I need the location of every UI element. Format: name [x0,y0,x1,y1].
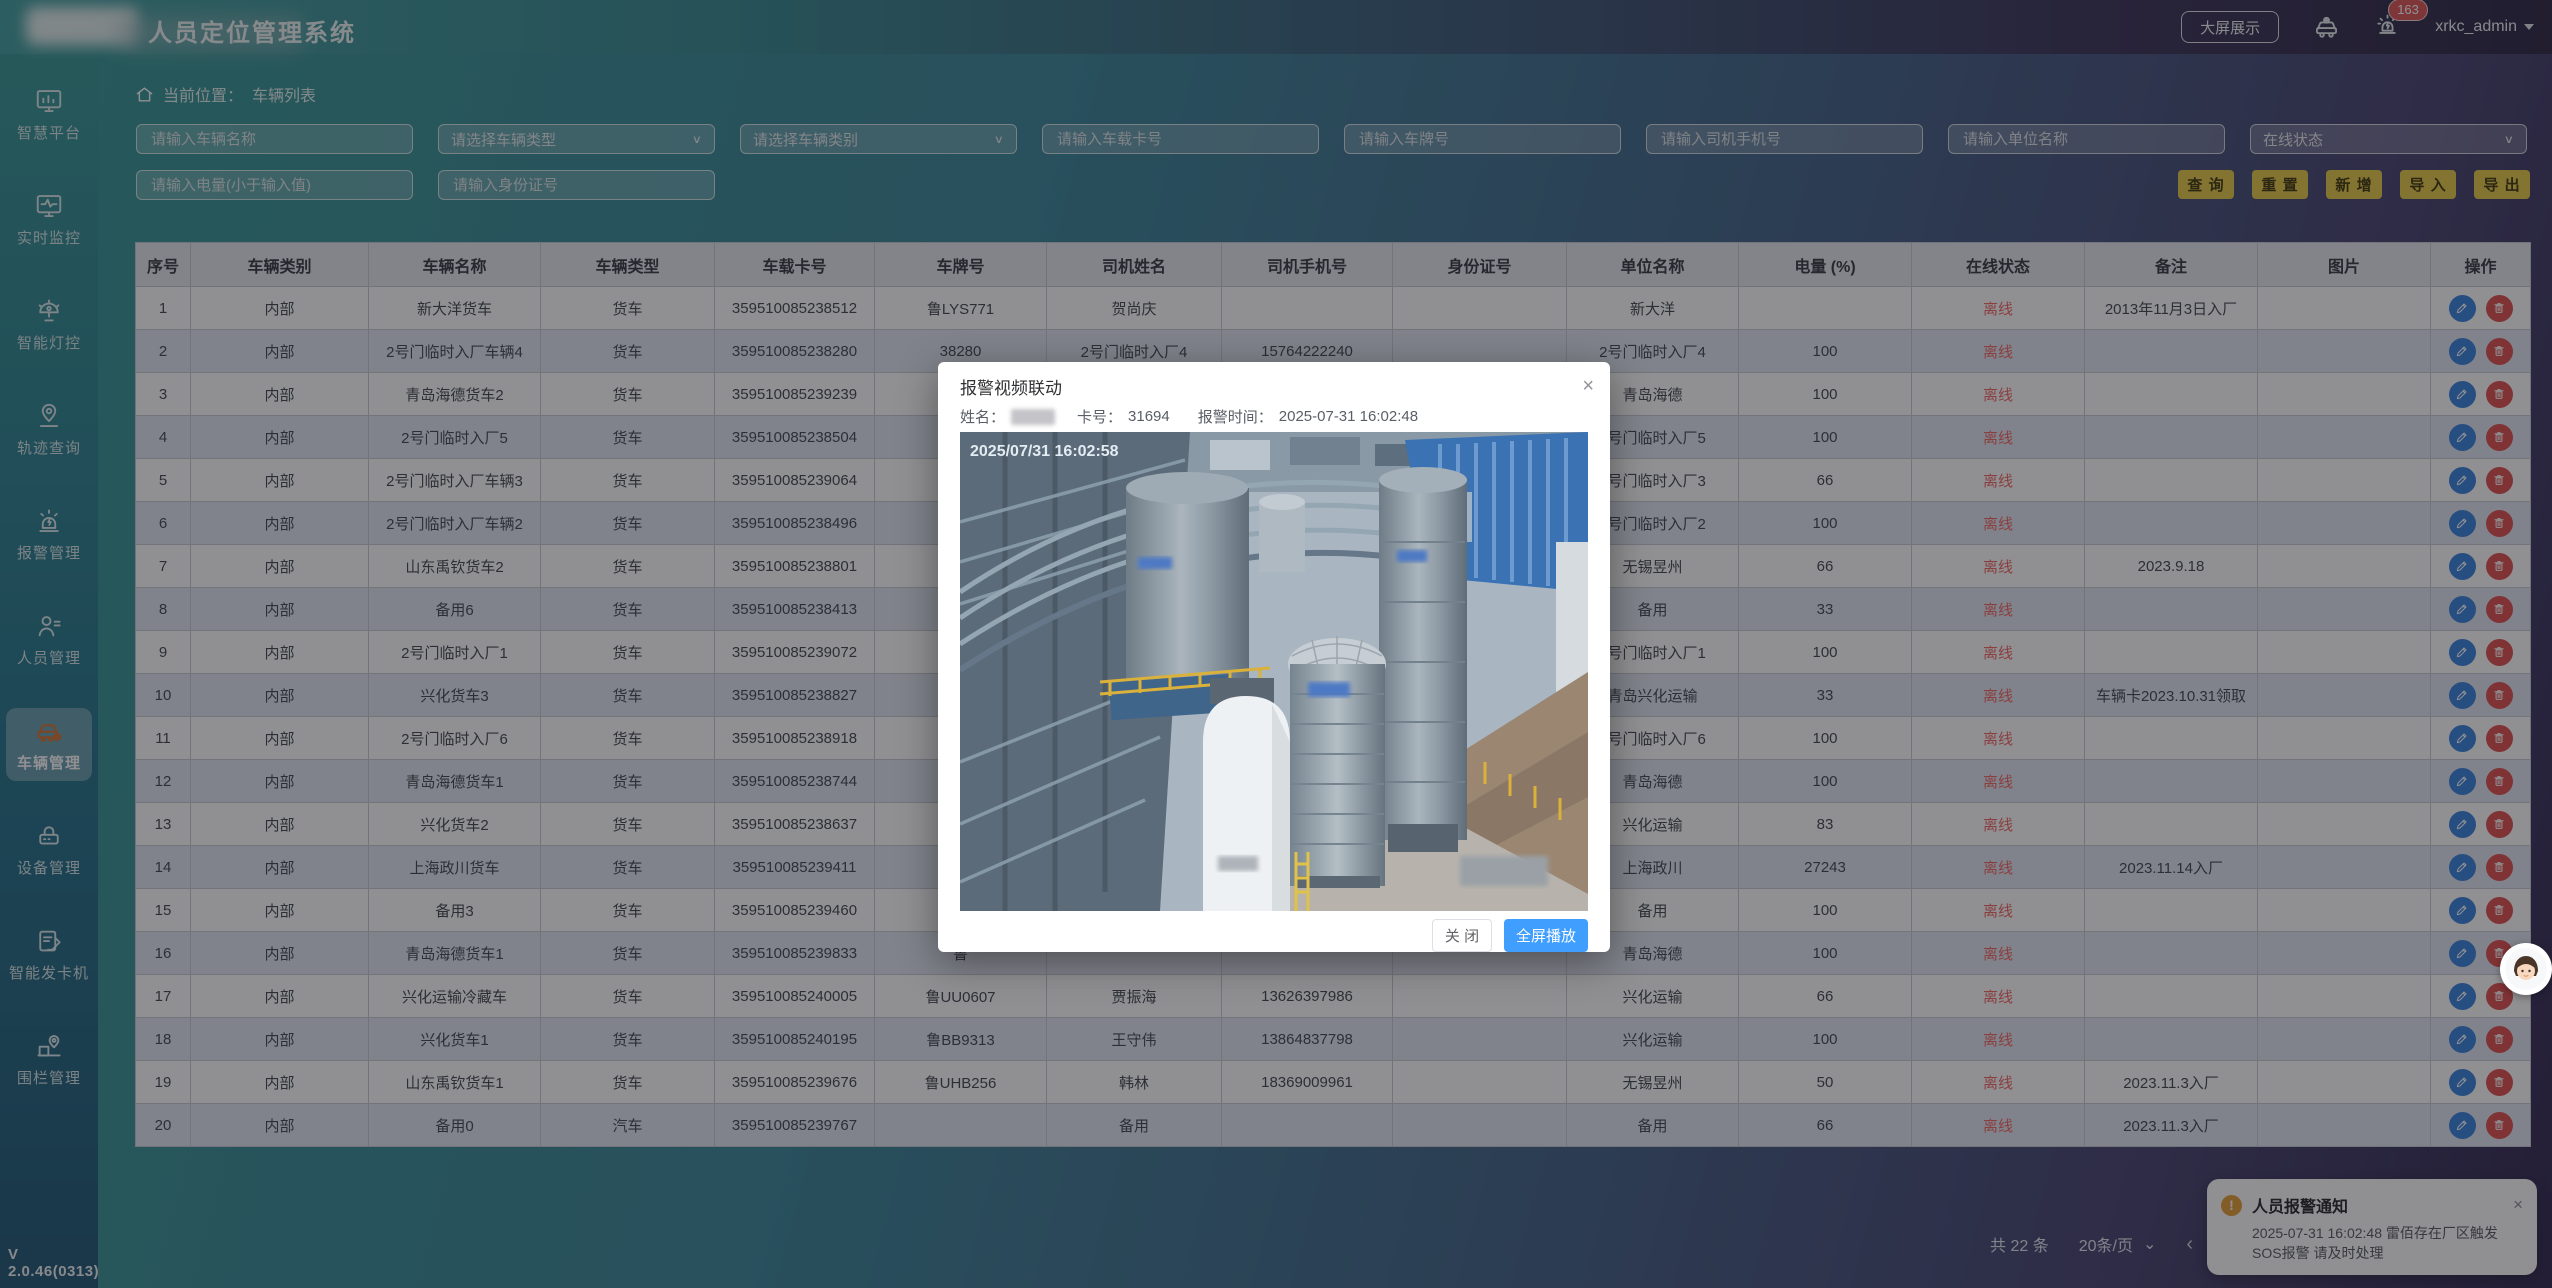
card-number: 31694 [1128,408,1170,425]
alarm-time-label: 报警时间： [1198,406,1273,427]
app-window: 人员定位管理系统 大屏展示 163 xrkc_admin [0,0,2552,1288]
modal-info-row: 姓名： 卡号： 31694 报警时间： 2025-07-31 16:02:48 [938,404,1610,429]
alarm-video-modal: 报警视频联动 × 姓名： 卡号： 31694 报警时间： 2025-07-31 … [938,362,1610,952]
fullscreen-play-button[interactable]: 全屏播放 [1504,919,1588,952]
modal-header: 报警视频联动 × [938,362,1610,404]
modal-close-button[interactable]: 关 闭 [1432,919,1492,952]
cctv-frame-image: 2025/07/31 16:02:58 [960,432,1588,911]
assistant-avatar[interactable] [2500,943,2552,995]
avatar-girl-icon [2504,947,2548,991]
name-value-blurred [1011,409,1055,425]
cctv-video-frame: 2025/07/31 16:02:58 [960,432,1588,911]
card-label: 卡号： [1077,406,1122,427]
close-icon[interactable]: × [1582,376,1594,396]
video-timestamp: 2025/07/31 16:02:58 [970,443,1119,460]
name-label: 姓名： [960,406,1005,427]
alarm-time-value: 2025-07-31 16:02:48 [1279,408,1418,425]
modal-title: 报警视频联动 [960,374,1582,399]
modal-footer: 关 闭 全屏播放 [938,911,1610,957]
